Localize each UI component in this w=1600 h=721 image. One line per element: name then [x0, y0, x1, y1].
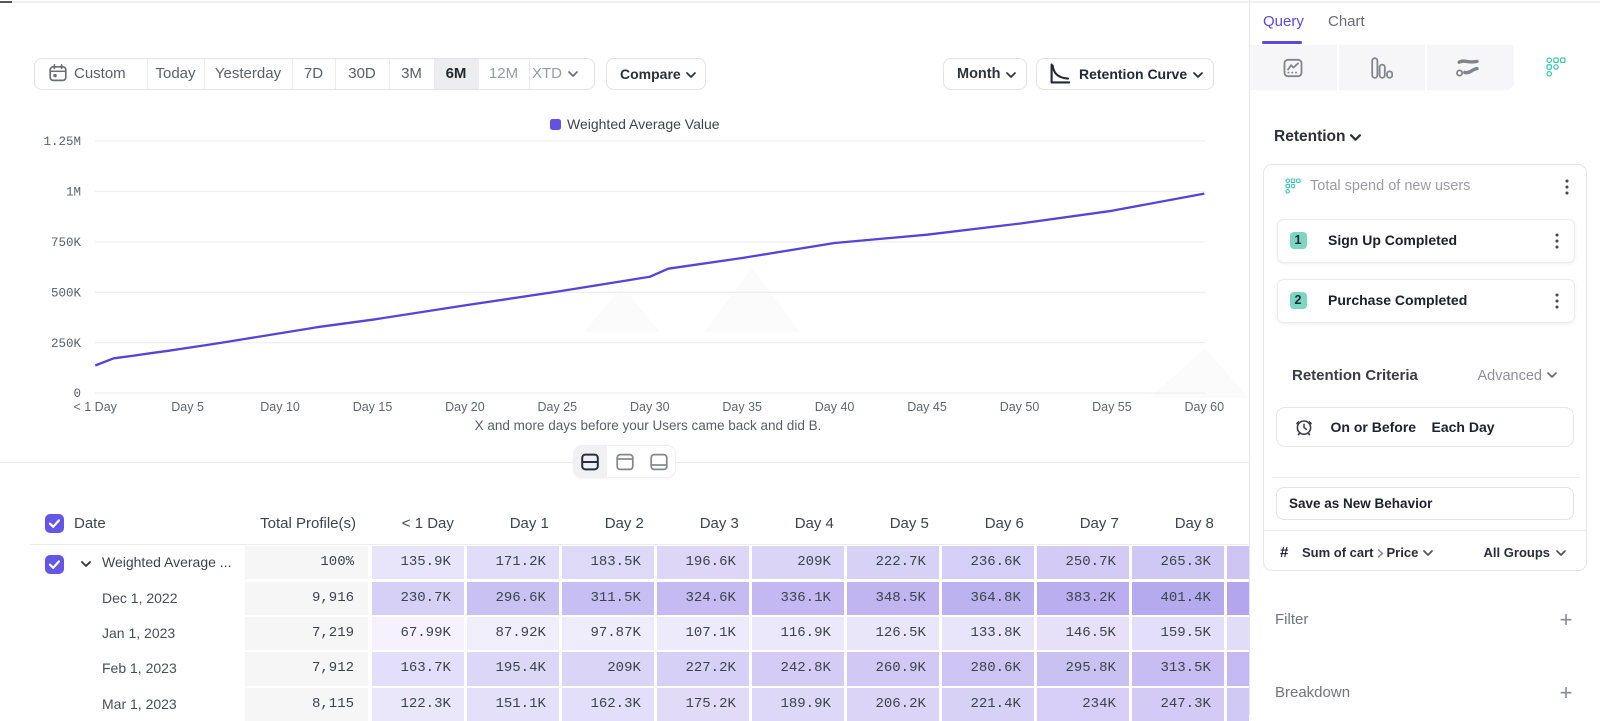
svg-text:Day 45: Day 45: [907, 400, 947, 414]
svg-text:750K: 750K: [51, 236, 82, 250]
svg-text:Day 15: Day 15: [353, 400, 393, 414]
svg-text:Day 60: Day 60: [1184, 400, 1224, 414]
svg-text:Day 25: Day 25: [537, 400, 577, 414]
svg-text:1.25M: 1.25M: [43, 135, 81, 149]
svg-text:Day 35: Day 35: [722, 400, 762, 414]
svg-text:Day 50: Day 50: [1000, 400, 1040, 414]
svg-text:Day 55: Day 55: [1092, 400, 1132, 414]
svg-text:Day 5: Day 5: [171, 400, 204, 414]
svg-text:Day 30: Day 30: [630, 400, 670, 414]
svg-text:Day 10: Day 10: [260, 400, 300, 414]
svg-text:Day 40: Day 40: [815, 400, 855, 414]
svg-text:250K: 250K: [51, 337, 82, 351]
svg-text:1M: 1M: [66, 186, 81, 200]
svg-text:Day 20: Day 20: [445, 400, 485, 414]
svg-text:< 1 Day: < 1 Day: [73, 400, 117, 414]
svg-text:500K: 500K: [51, 287, 82, 301]
